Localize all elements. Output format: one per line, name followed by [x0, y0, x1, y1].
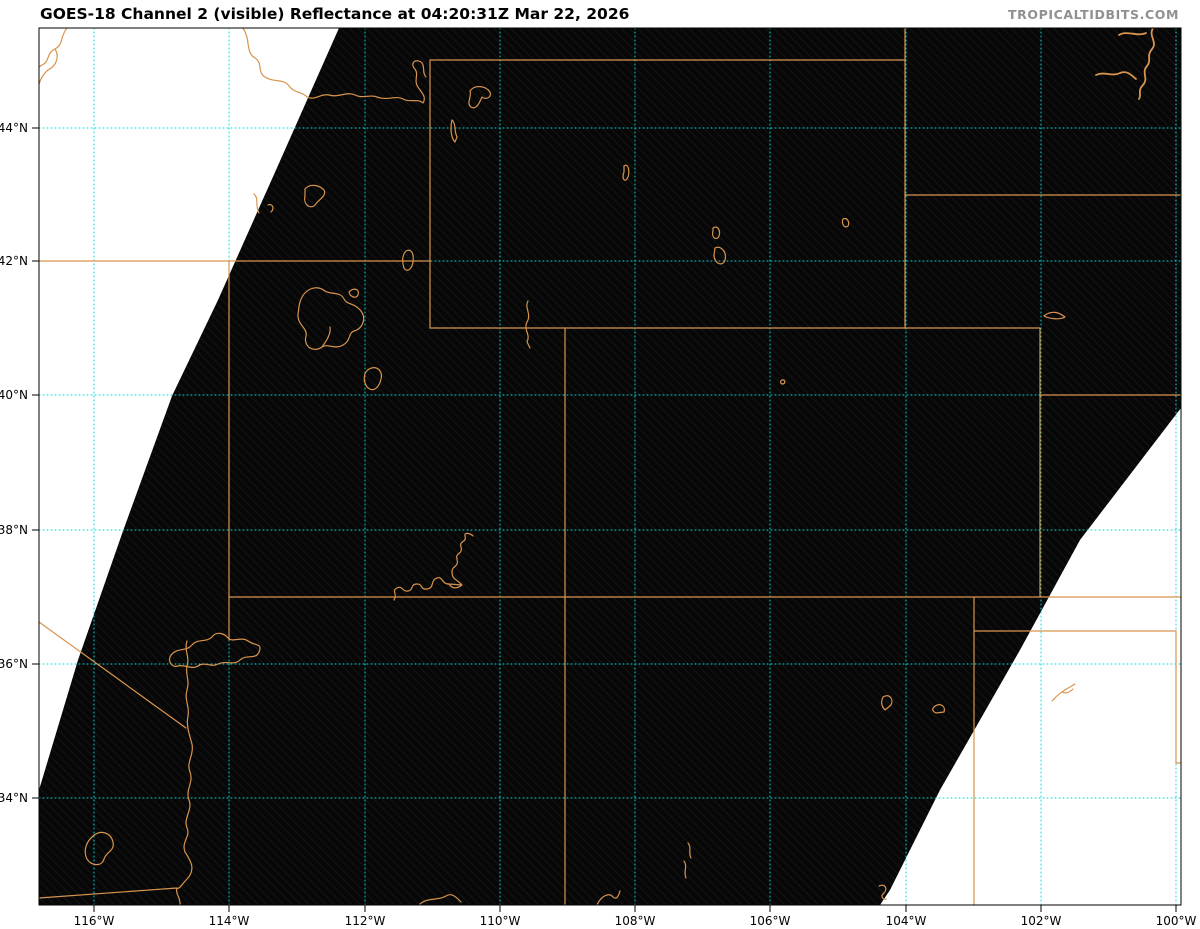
satellite-map-page: GOES-18 Channel 2 (visible) Reflectance … — [0, 0, 1200, 929]
lon-tick-label: 112°W — [345, 914, 386, 928]
lat-tick-label: 34°N — [0, 791, 28, 805]
lon-tick-label: 102°W — [1021, 914, 1062, 928]
lat-tick-label: 44°N — [0, 121, 28, 135]
lon-tick-label: 100°W — [1156, 914, 1197, 928]
map-image: 44°N 42°N 40°N 38°N 36°N 34°N 116°W 114°… — [0, 27, 1197, 928]
canadian-river — [1051, 683, 1076, 702]
lon-tick-label: 110°W — [480, 914, 521, 928]
lon-tick-label: 106°W — [750, 914, 791, 928]
lat-tick-label: 40°N — [0, 388, 28, 402]
nw-corner-river — [38, 27, 68, 85]
lon-tick-label: 114°W — [209, 914, 250, 928]
lon-tick-label: 108°W — [615, 914, 656, 928]
lat-tick-label: 36°N — [0, 657, 28, 671]
lon-tick-label: 104°W — [886, 914, 927, 928]
lon-tick-label: 116°W — [74, 914, 115, 928]
satellite-swath — [39, 28, 1181, 905]
lat-tick-label: 42°N — [0, 254, 28, 268]
lat-tick-label: 38°N — [0, 523, 28, 537]
